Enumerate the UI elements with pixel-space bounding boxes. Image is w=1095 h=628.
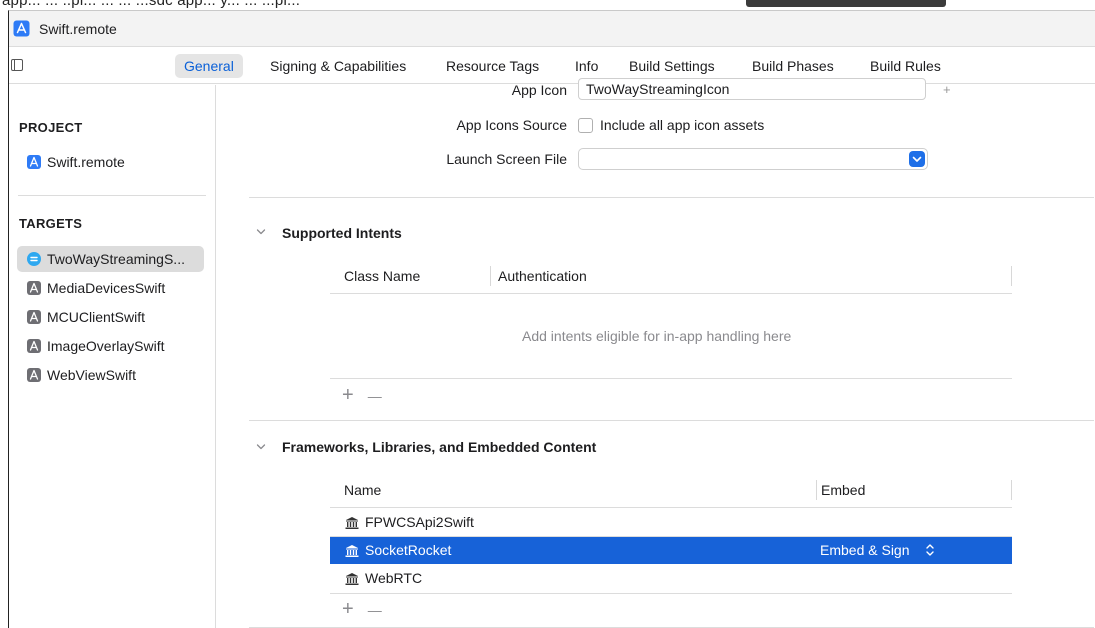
framework-name: WebRTC [365,570,423,586]
sidebar-item-label: Swift.remote [47,154,125,170]
sidebar-item-target-mcuclient[interactable]: MCUClientSwift [17,304,204,330]
tab-signing-capabilities[interactable]: Signing & Capabilities [270,54,406,78]
table-row[interactable]: WebRTC [330,565,1012,592]
intents-empty-message: Add intents eligible for in-app handling… [522,328,792,344]
add-framework-button[interactable]: + [342,599,354,619]
app-project-icon [13,20,30,37]
editor-tab-bar: General Signing & Capabilities Resource … [9,47,1095,84]
project-heading: PROJECT [19,120,83,135]
app-target-icon [27,310,41,324]
remove-intent-button[interactable]: — [368,386,382,406]
app-target-icon [27,368,41,382]
add-intent-button[interactable]: + [342,385,354,405]
xcode-window: Swift.remote General Signing & Capabilit… [8,10,1095,628]
column-separator [1011,480,1012,500]
remove-framework-button[interactable]: — [368,600,382,620]
sidebar-item-label: MCUClientSwift [47,309,146,325]
column-separator [1011,266,1012,286]
sidebar-item-project[interactable]: Swift.remote [17,149,204,175]
up-down-arrows-icon[interactable] [924,543,936,557]
frameworks-add-remove: + — [342,599,396,620]
column-header-name[interactable]: Name [344,482,381,498]
table-footer-divider [330,378,1012,379]
intents-add-remove: + — [342,385,396,406]
tab-general[interactable]: General [175,54,243,78]
tab-info[interactable]: Info [575,54,598,78]
supported-intents-title: Supported Intents [282,225,402,241]
framework-icon [345,573,359,585]
column-separator [490,266,491,286]
section-divider [249,420,1094,421]
chevron-down-icon[interactable] [255,226,267,238]
launch-screen-popup[interactable] [578,148,928,170]
column-header-class-name[interactable]: Class Name [344,268,420,284]
section-divider [249,197,1094,198]
tab-build-phases[interactable]: Build Phases [752,54,834,78]
app-target-icon [27,339,41,353]
targets-heading: TARGETS [19,216,83,231]
table-row[interactable]: SocketRocket Embed & Sign [330,537,1012,564]
project-navigator-sidebar: PROJECT Swift.remote TARGETS TwoWayStrea… [9,85,216,628]
sidebar-item-target-webview[interactable]: WebViewSwift [17,362,204,388]
include-all-icons-label: Include all app icon assets [600,117,765,133]
app-icon-label: App Icon [511,82,567,98]
framework-name: SocketRocket [365,542,452,558]
include-all-icons-checkbox[interactable] [578,118,593,133]
top-strip-text: app... ... ..pi... ... ... ...sdc app...… [2,0,301,9]
table-header-divider [330,293,1012,294]
tab-build-rules[interactable]: Build Rules [870,54,941,78]
title-bar: Swift.remote [9,11,1095,47]
embed-popup[interactable]: Embed & Sign [820,542,910,558]
column-header-authentication[interactable]: Authentication [498,268,587,284]
window-title: Swift.remote [39,21,117,37]
chevron-down-icon[interactable] [255,441,267,453]
framework-name: FPWCSApi2Swift [365,514,474,530]
sidebar-item-target-twowaystreaming[interactable]: TwoWayStreamingS... [17,246,204,272]
sidebar-item-label: MediaDevicesSwift [47,280,166,296]
framework-icon [345,545,359,557]
sidebar-item-target-mediadevices[interactable]: MediaDevicesSwift [17,275,204,301]
general-settings-content: App Icon TwoWayStreamingIcon + App Icons… [217,78,1095,628]
table-footer-divider [330,593,1012,594]
sidebar-item-label: ImageOverlaySwift [47,338,165,354]
top-strip-chip [746,0,946,7]
streaming-app-icon [27,252,41,266]
table-header-divider [330,507,1012,508]
app-icon-field[interactable]: TwoWayStreamingIcon [578,78,926,100]
sidebar-item-label: WebViewSwift [47,367,136,383]
chevron-down-icon[interactable] [909,151,925,167]
sidebar-toggle-icon[interactable] [11,59,23,71]
sidebar-item-target-imageoverlay[interactable]: ImageOverlaySwift [17,333,204,359]
tab-resource-tags[interactable]: Resource Tags [446,54,539,78]
app-project-icon [27,155,41,169]
frameworks-section-title: Frameworks, Libraries, and Embedded Cont… [282,439,597,455]
tab-build-settings[interactable]: Build Settings [629,54,715,78]
top-cropped-strip: app... ... ..pi... ... ... ...sdc app...… [0,0,1095,10]
sidebar-item-label: TwoWayStreamingS... [47,251,185,267]
app-target-icon [27,281,41,295]
sidebar-divider [18,195,206,196]
column-header-embed[interactable]: Embed [821,482,865,498]
framework-icon [345,517,359,529]
table-row[interactable]: FPWCSApi2Swift [330,509,1012,536]
launch-screen-label: Launch Screen File [446,151,567,167]
app-icons-source-label: App Icons Source [456,117,567,133]
add-icon[interactable]: + [943,82,951,97]
column-separator [816,480,817,500]
